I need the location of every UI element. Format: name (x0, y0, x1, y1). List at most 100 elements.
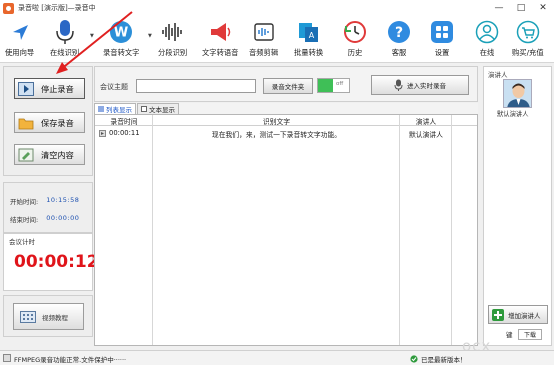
save-recording-button[interactable]: 保存录音 (14, 112, 85, 133)
toolbar-guide-button[interactable]: 使用向导 (5, 18, 34, 62)
toolbar-record-to-text-button[interactable]: W 录音转文字 ▼ (103, 18, 152, 62)
title-bar: 录音啦 [演示版]—录音中 — □ ✕ (0, 0, 554, 16)
audio-file-icon (99, 129, 106, 137)
download-row: 键 下载 (488, 327, 548, 343)
avatar[interactable] (503, 79, 532, 108)
download-prefix: 键 (506, 331, 513, 339)
column-header[interactable]: 录音时间 (95, 116, 153, 126)
status-message: FFMPEG录音功能正常.文件保护中······ (14, 356, 127, 364)
toolbar-audio-edit-button[interactable]: 音频剪辑 (249, 18, 278, 62)
add-speaker-button[interactable]: 增加演讲人 (488, 305, 548, 324)
save-recording-label: 保存录音 (41, 117, 74, 128)
meeting-timer-label: 会议计时 (9, 238, 35, 246)
minimize-icon[interactable]: — (488, 0, 510, 16)
close-icon[interactable]: ✕ (532, 0, 554, 16)
end-time-value: 00:00:00 (46, 214, 80, 222)
cloud-check-icon (410, 355, 418, 363)
recording-folder-button[interactable]: 录音文件夹 (263, 78, 313, 94)
clear-content-button[interactable]: 清空内容 (14, 144, 85, 165)
toolbar-buy-button[interactable]: 购买/充值 (512, 18, 544, 62)
realtime-recording-label: 进入实时录音 (407, 82, 446, 90)
toolbar-label: 历史 (347, 48, 363, 57)
speaker-name[interactable]: 默认演讲人 (497, 109, 528, 118)
toolbar-batch-convert-button[interactable]: A 批量转换 (294, 18, 323, 62)
table-column (400, 115, 452, 345)
toolbar-online-recognition-button[interactable]: 在线识别 ▼ (50, 18, 94, 62)
chevron-down-icon[interactable]: ▼ (90, 33, 94, 39)
realtime-recording-button[interactable]: 进入实时录音 (371, 75, 469, 95)
toolbar-label: 分段识别 (158, 48, 188, 57)
stop-recording-button[interactable]: 停止录音 (14, 78, 85, 99)
meeting-timer-panel: 会议计时 00:00:12 (3, 233, 99, 291)
meeting-topic-input[interactable] (136, 79, 256, 93)
video-tutorial-button[interactable]: 视频教程 (13, 303, 84, 330)
end-time-row: 结束时间: 00:00:00 (10, 214, 79, 224)
toolbar-label: 客服 (391, 48, 407, 57)
start-time-row: 开始时间: 10:15:58 (10, 196, 79, 206)
main-toolbar: 使用向导 在线识别 ▼ W 录音转文字 ▼ 分段识别 文字转语音 音频剪辑 A … (0, 16, 554, 63)
speaker-panel: 演讲人 默认演讲人 增加演讲人 键 下载 (483, 66, 552, 346)
microphone-icon (52, 18, 78, 46)
main-content: 会议主题 录音文件夹 off 进入实时录音 列表显示 文本显示 录音时间 识别文… (94, 66, 478, 346)
column-header[interactable]: 识别文字 (153, 116, 400, 126)
waveform-icon (160, 18, 186, 46)
plus-icon (492, 308, 504, 321)
svg-text:A: A (308, 31, 314, 40)
app-window: 录音啦 [演示版]—录音中 — □ ✕ 使用向导 在线识别 ▼ W 录音转文字 (0, 0, 554, 365)
auto-toggle[interactable]: off (317, 78, 350, 93)
clear-icon (17, 147, 35, 162)
toolbar-label: 批量转换 (294, 48, 324, 57)
add-speaker-label: 增加演讲人 (508, 311, 541, 320)
toolbar-support-button[interactable]: ? 客服 (386, 18, 412, 62)
status-icon (3, 354, 11, 362)
app-logo-icon (3, 2, 14, 14)
svg-text:W: W (114, 26, 128, 41)
end-time-label: 结束时间: (10, 216, 39, 224)
toolbar-history-button[interactable]: 历史 (342, 18, 368, 62)
speaker-panel-title: 演讲人 (488, 71, 508, 79)
status-bar: FFMPEG录音功能正常.文件保护中······ 已是最新版本！ (0, 350, 554, 365)
tab-text-view[interactable]: 文本显示 (137, 103, 179, 114)
audio-edit-icon (251, 18, 277, 46)
meeting-timer-value: 00:00:12 (14, 252, 99, 272)
view-tabs: 列表显示 文本显示 (94, 103, 478, 114)
meeting-topic-bar: 会议主题 录音文件夹 off 进入实时录音 (94, 66, 478, 102)
batch-convert-icon: A (296, 18, 322, 46)
download-label: 下载 (523, 332, 536, 339)
version-text: 已是最新版本！ (421, 356, 467, 364)
clear-content-label: 清空内容 (41, 149, 74, 160)
table-column (153, 115, 400, 345)
online-user-icon (474, 18, 500, 46)
toolbar-label: 音频剪辑 (249, 48, 279, 57)
version-status: 已是最新版本！ (410, 354, 467, 364)
transcript-table: 录音时间 识别文字 演讲人 00:00:11 现在我们，来，测试一下录音转文字功… (94, 114, 478, 346)
toggle-knob (318, 79, 333, 92)
table-column (452, 115, 477, 345)
download-button[interactable]: 下载 (518, 329, 542, 340)
video-tutorial-label: 视频教程 (42, 313, 68, 322)
recognized-text-cell: 现在我们，来，测试一下录音转文字功能。 (211, 131, 342, 139)
toolbar-label: 文字转语音 (202, 48, 239, 57)
toolbar-text-to-speech-button[interactable]: 文字转语音 (202, 18, 238, 62)
settings-grid-icon (429, 18, 455, 46)
column-header[interactable]: 演讲人 (400, 116, 452, 126)
meeting-topic-label: 会议主题 (100, 83, 128, 91)
help-question-icon: ? (386, 18, 412, 46)
tutorial-panel: 视频教程 (3, 295, 93, 337)
toolbar-label: 在线 (479, 48, 495, 57)
window-controls: — □ ✕ (488, 0, 554, 16)
stop-recording-label: 停止录音 (41, 83, 74, 94)
tab-list-view[interactable]: 列表显示 (94, 103, 136, 114)
start-time-label: 开始时间: (10, 198, 39, 206)
recording-controls: 停止录音 保存录音 清空内容 (3, 66, 93, 176)
toolbar-settings-button[interactable]: 设置 (429, 18, 455, 62)
record-to-text-icon: W (108, 18, 134, 46)
toolbar-online-button[interactable]: 在线 (474, 18, 500, 62)
history-clock-icon (342, 18, 368, 46)
recording-time: 00:00:11 (109, 129, 140, 137)
toolbar-segment-recognition-button[interactable]: 分段识别 (158, 18, 187, 62)
video-icon (20, 310, 36, 324)
chevron-down-icon[interactable]: ▼ (148, 33, 152, 39)
maximize-icon[interactable]: □ (510, 0, 532, 16)
megaphone-icon (207, 18, 233, 46)
